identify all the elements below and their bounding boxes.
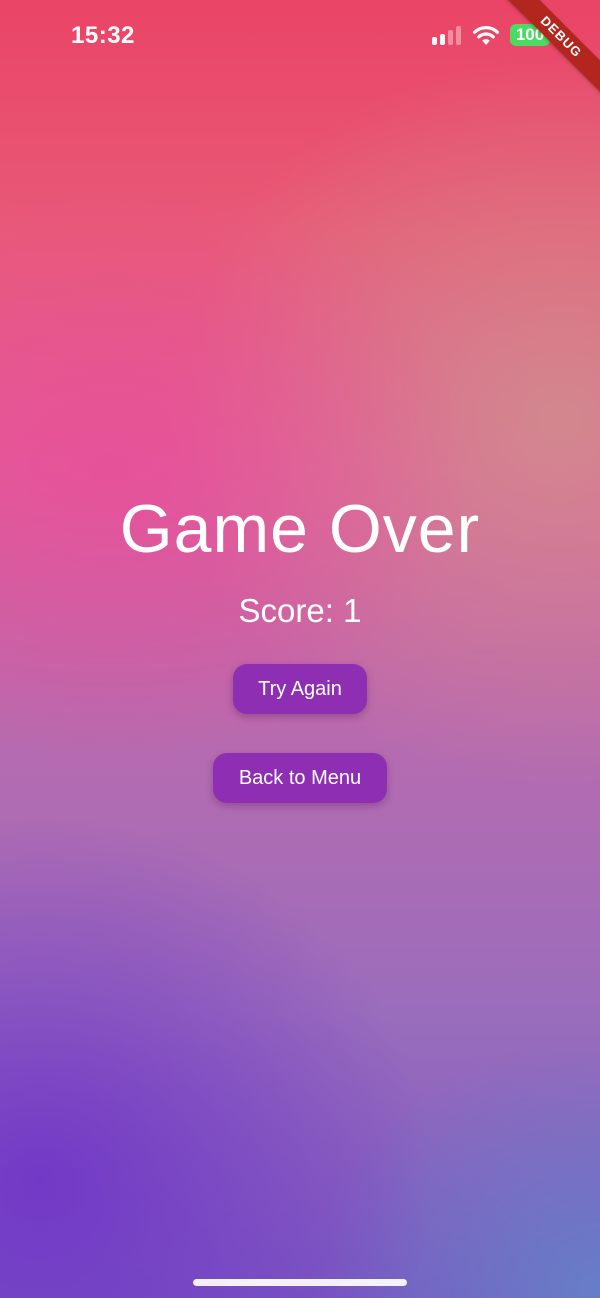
score-label: Score: 1 <box>238 592 362 629</box>
try-again-button[interactable]: Try Again <box>233 664 367 714</box>
back-to-menu-button[interactable]: Back to Menu <box>213 753 387 803</box>
game-over-title: Game Over <box>119 491 481 567</box>
home-indicator[interactable] <box>193 1279 407 1286</box>
game-over-screen: Game Over Score: 1 Try Again Back to Men… <box>0 0 600 1298</box>
